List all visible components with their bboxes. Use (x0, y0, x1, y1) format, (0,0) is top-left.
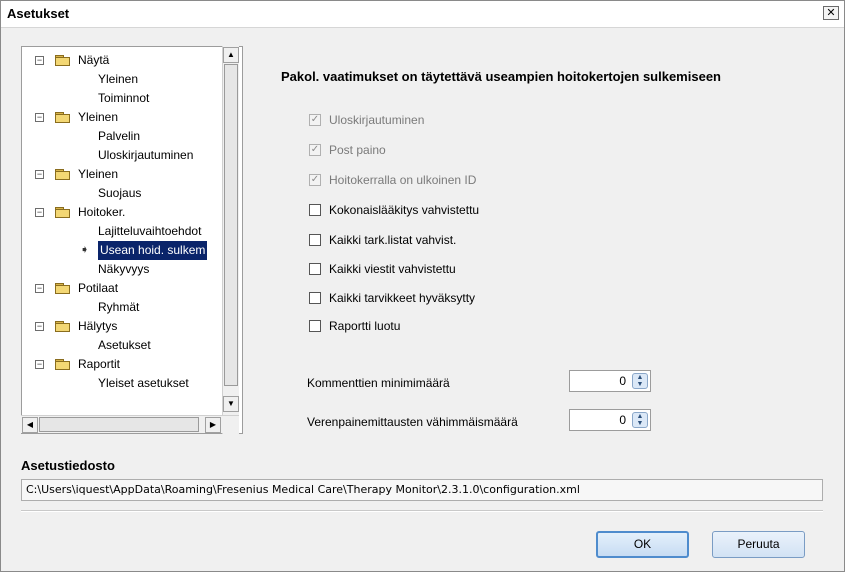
checkbox-label: Kaikki tark.listat vahvist. (329, 233, 457, 247)
tree-group-node[interactable]: − Hoitoker. (22, 203, 222, 222)
tree-node-label: Näytä (78, 53, 110, 67)
tree-node-label: Toiminnot (98, 91, 150, 105)
checkbox[interactable] (309, 263, 321, 275)
tree-group-node[interactable]: − Yleinen (22, 108, 222, 127)
collapse-icon[interactable]: − (35, 113, 44, 122)
checkbox-label: Kaikki viestit vahvistettu (329, 262, 456, 276)
tree-group-node[interactable]: − Yleinen (22, 165, 222, 184)
tree-leaf-node[interactable]: Ryhmät (22, 298, 222, 317)
collapse-icon[interactable]: − (35, 170, 44, 179)
tree-leaf-node[interactable]: Uloskirjautuminen (22, 146, 222, 165)
tree-node-label: Asetukset (98, 338, 151, 352)
collapse-icon[interactable]: − (35, 208, 44, 217)
tree-leaf-node[interactable]: Toiminnot (22, 89, 222, 108)
tree-node-label: Hoitoker. (78, 205, 126, 219)
folder-icon (55, 169, 70, 180)
checkbox[interactable] (309, 234, 321, 246)
min-bp-measurements-spinbox[interactable]: 0 ▲ ▼ (569, 409, 651, 431)
checkbox-label: Hoitokerralla on ulkoinen ID (329, 173, 477, 187)
tree-group-node[interactable]: − Hälytys (22, 317, 222, 336)
settings-dialog: Asetukset ✕ − Näytä Yleinen Toiminnot − Ylein… (0, 0, 845, 572)
tree-vertical-scrollbar[interactable]: ▲ ▼ (222, 46, 239, 434)
scroll-left-button[interactable]: ◀ (22, 417, 38, 433)
tree-leaf-node[interactable]: ➧ Usean hoid. sulkem (22, 241, 222, 260)
tree-node-label-selected: Usean hoid. sulkem (98, 241, 208, 260)
window-title: Asetukset (7, 6, 70, 21)
cancel-button[interactable]: Peruuta (712, 531, 805, 558)
collapse-icon[interactable]: − (35, 360, 44, 369)
scroll-up-button[interactable]: ▲ (223, 47, 239, 63)
tree-node-label: Potilaat (78, 281, 119, 295)
min-bp-measurements-label: Verenpainemittausten vähimmäismäärä (307, 415, 518, 429)
min-comments-spinbox[interactable]: 0 ▲ ▼ (569, 370, 651, 392)
folder-icon (55, 359, 70, 370)
checkbox-label: Post paino (329, 143, 386, 157)
tree-leaf-node[interactable]: Yleinen (22, 70, 222, 89)
tree-leaf-node[interactable]: Asetukset (22, 336, 222, 355)
checkbox-label: Uloskirjautuminen (329, 113, 425, 127)
folder-icon (55, 321, 70, 332)
folder-icon (55, 55, 70, 66)
checkbox[interactable] (309, 204, 321, 216)
spin-arrows-icon[interactable]: ▲ ▼ (632, 373, 648, 389)
tree-node-label: Ryhmät (98, 300, 140, 314)
horizontal-scroll-thumb[interactable] (39, 417, 199, 432)
tree-node-label: Näkyvyys (98, 262, 150, 276)
arrow-right-icon: ➧ (80, 244, 90, 256)
tree-node-label: Yleinen (78, 167, 119, 181)
checkbox-label: Kokonaislääkitys vahvistettu (329, 203, 480, 217)
config-file-heading: Asetustiedosto (21, 458, 115, 473)
tree-group-node[interactable]: − Potilaat (22, 279, 222, 298)
min-bp-measurements-value: 0 (619, 413, 626, 427)
tree-node-label: Hälytys (78, 319, 118, 333)
checkbox-checked: ✓ (309, 144, 321, 156)
config-file-path[interactable]: C:\Users\iquest\AppData\Roaming\Freseniu… (21, 479, 823, 501)
title-bar: Asetukset ✕ (1, 1, 844, 28)
tree-leaf-node[interactable]: Yleiset asetukset (22, 374, 222, 393)
close-button[interactable]: ✕ (823, 6, 839, 20)
checkbox[interactable] (309, 320, 321, 332)
checkbox-checked: ✓ (309, 174, 321, 186)
ok-button[interactable]: OK (596, 531, 689, 558)
tree-group-node[interactable]: − Raportit (22, 355, 222, 374)
tree-leaf-node[interactable]: Suojaus (22, 184, 222, 203)
collapse-icon[interactable]: − (35, 56, 44, 65)
tree-leaf-node[interactable]: Lajitteluvaihtoehdot (22, 222, 222, 241)
min-comments-label: Kommenttien minimimäärä (307, 376, 450, 390)
folder-icon (55, 112, 70, 123)
collapse-icon[interactable]: − (35, 284, 44, 293)
min-comments-value: 0 (619, 374, 626, 388)
checkbox-label: Kaikki tarvikkeet hyväksytty (329, 291, 476, 305)
folder-icon (55, 207, 70, 218)
tree-node-label: Yleinen (98, 72, 139, 86)
requirements-heading: Pakol. vaatimukset on täytettävä useampi… (281, 69, 721, 84)
folder-icon (55, 283, 70, 294)
tree-node-label: Uloskirjautuminen (98, 148, 194, 162)
checkbox[interactable] (309, 292, 321, 304)
tree-node-label: Palvelin (98, 129, 141, 143)
spin-arrows-icon[interactable]: ▲ ▼ (632, 412, 648, 428)
checkbox-checked: ✓ (309, 114, 321, 126)
tree-leaf-node[interactable]: Näkyvyys (22, 260, 222, 279)
tree-node-label: Suojaus (98, 186, 142, 200)
scroll-down-button[interactable]: ▼ (223, 396, 239, 412)
tree-node-label: Yleiset asetukset (98, 376, 189, 390)
checkbox-label: Raportti luotu (329, 319, 401, 333)
collapse-icon[interactable]: − (35, 322, 44, 331)
spin-down-icon[interactable]: ▼ (633, 381, 647, 388)
spin-down-icon[interactable]: ▼ (633, 420, 647, 427)
tree-horizontal-scrollbar[interactable]: ◀ ▶ (21, 415, 239, 433)
spin-up-icon[interactable]: ▲ (633, 413, 647, 420)
scroll-thumb[interactable] (224, 64, 238, 386)
tree-node-label: Yleinen (78, 110, 119, 124)
tree-group-node[interactable]: − Näytä (22, 51, 222, 70)
divider (21, 510, 823, 512)
tree-node-label: Lajitteluvaihtoehdot (98, 224, 202, 238)
tree-leaf-node[interactable]: Palvelin (22, 127, 222, 146)
tree-node-label: Raportit (78, 357, 121, 371)
settings-tree: − Näytä Yleinen Toiminnot − Yleinen Palvelin Ul… (21, 46, 243, 434)
spin-up-icon[interactable]: ▲ (633, 374, 647, 381)
scroll-right-button[interactable]: ▶ (205, 417, 221, 433)
